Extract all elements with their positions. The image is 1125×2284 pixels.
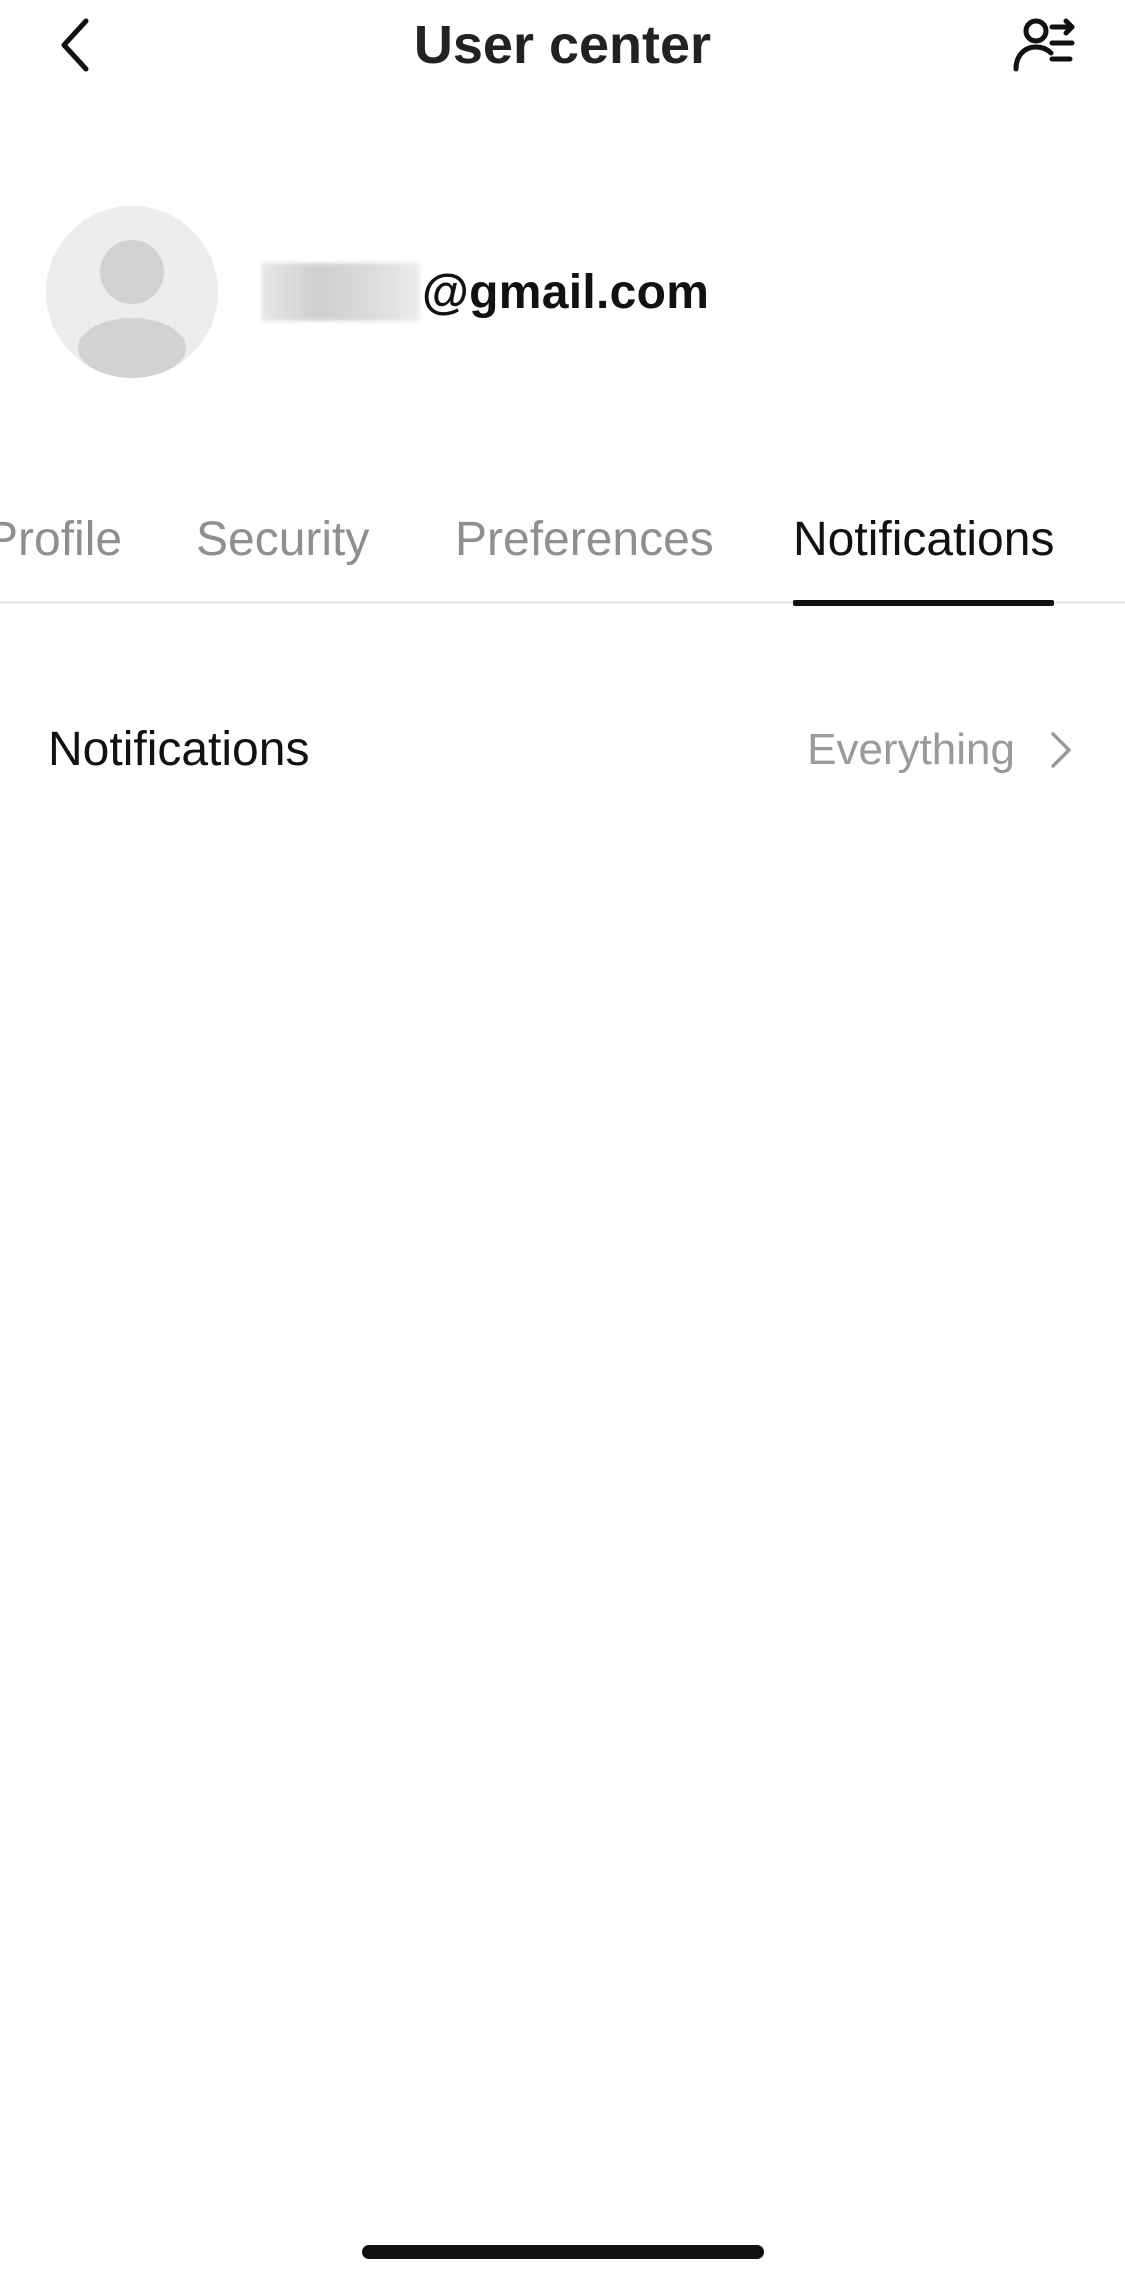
switch-account-button[interactable] xyxy=(1005,10,1085,80)
user-center-tabs: Profile Security Preferences Notificatio… xyxy=(0,500,1125,606)
tab-profile[interactable]: Profile xyxy=(0,500,122,604)
active-tab-indicator xyxy=(793,600,1055,606)
user-center-screen: User center @gmail.com Profile Security … xyxy=(0,0,1125,2284)
header: User center xyxy=(0,0,1125,100)
redacted-email-username xyxy=(262,263,420,321)
notifications-setting-value: Everything xyxy=(807,725,1015,774)
tab-notifications[interactable]: Notifications xyxy=(793,500,1055,606)
default-avatar-icon xyxy=(78,240,186,378)
home-indicator[interactable] xyxy=(362,2245,764,2259)
chevron-right-icon xyxy=(1051,732,1071,768)
avatar[interactable] xyxy=(46,206,218,378)
email-domain: @gmail.com xyxy=(422,265,710,319)
account-email: @gmail.com xyxy=(262,263,709,321)
account-summary: @gmail.com xyxy=(46,206,709,378)
tab-security[interactable]: Security xyxy=(196,500,369,604)
page-title: User center xyxy=(413,15,712,75)
notifications-setting-row[interactable]: Notifications Everything xyxy=(0,700,1125,800)
user-switch-icon xyxy=(1013,18,1075,72)
notifications-setting-label: Notifications xyxy=(48,723,310,776)
tab-notifications-label: Notifications xyxy=(793,513,1055,566)
tab-preferences[interactable]: Preferences xyxy=(455,500,714,604)
